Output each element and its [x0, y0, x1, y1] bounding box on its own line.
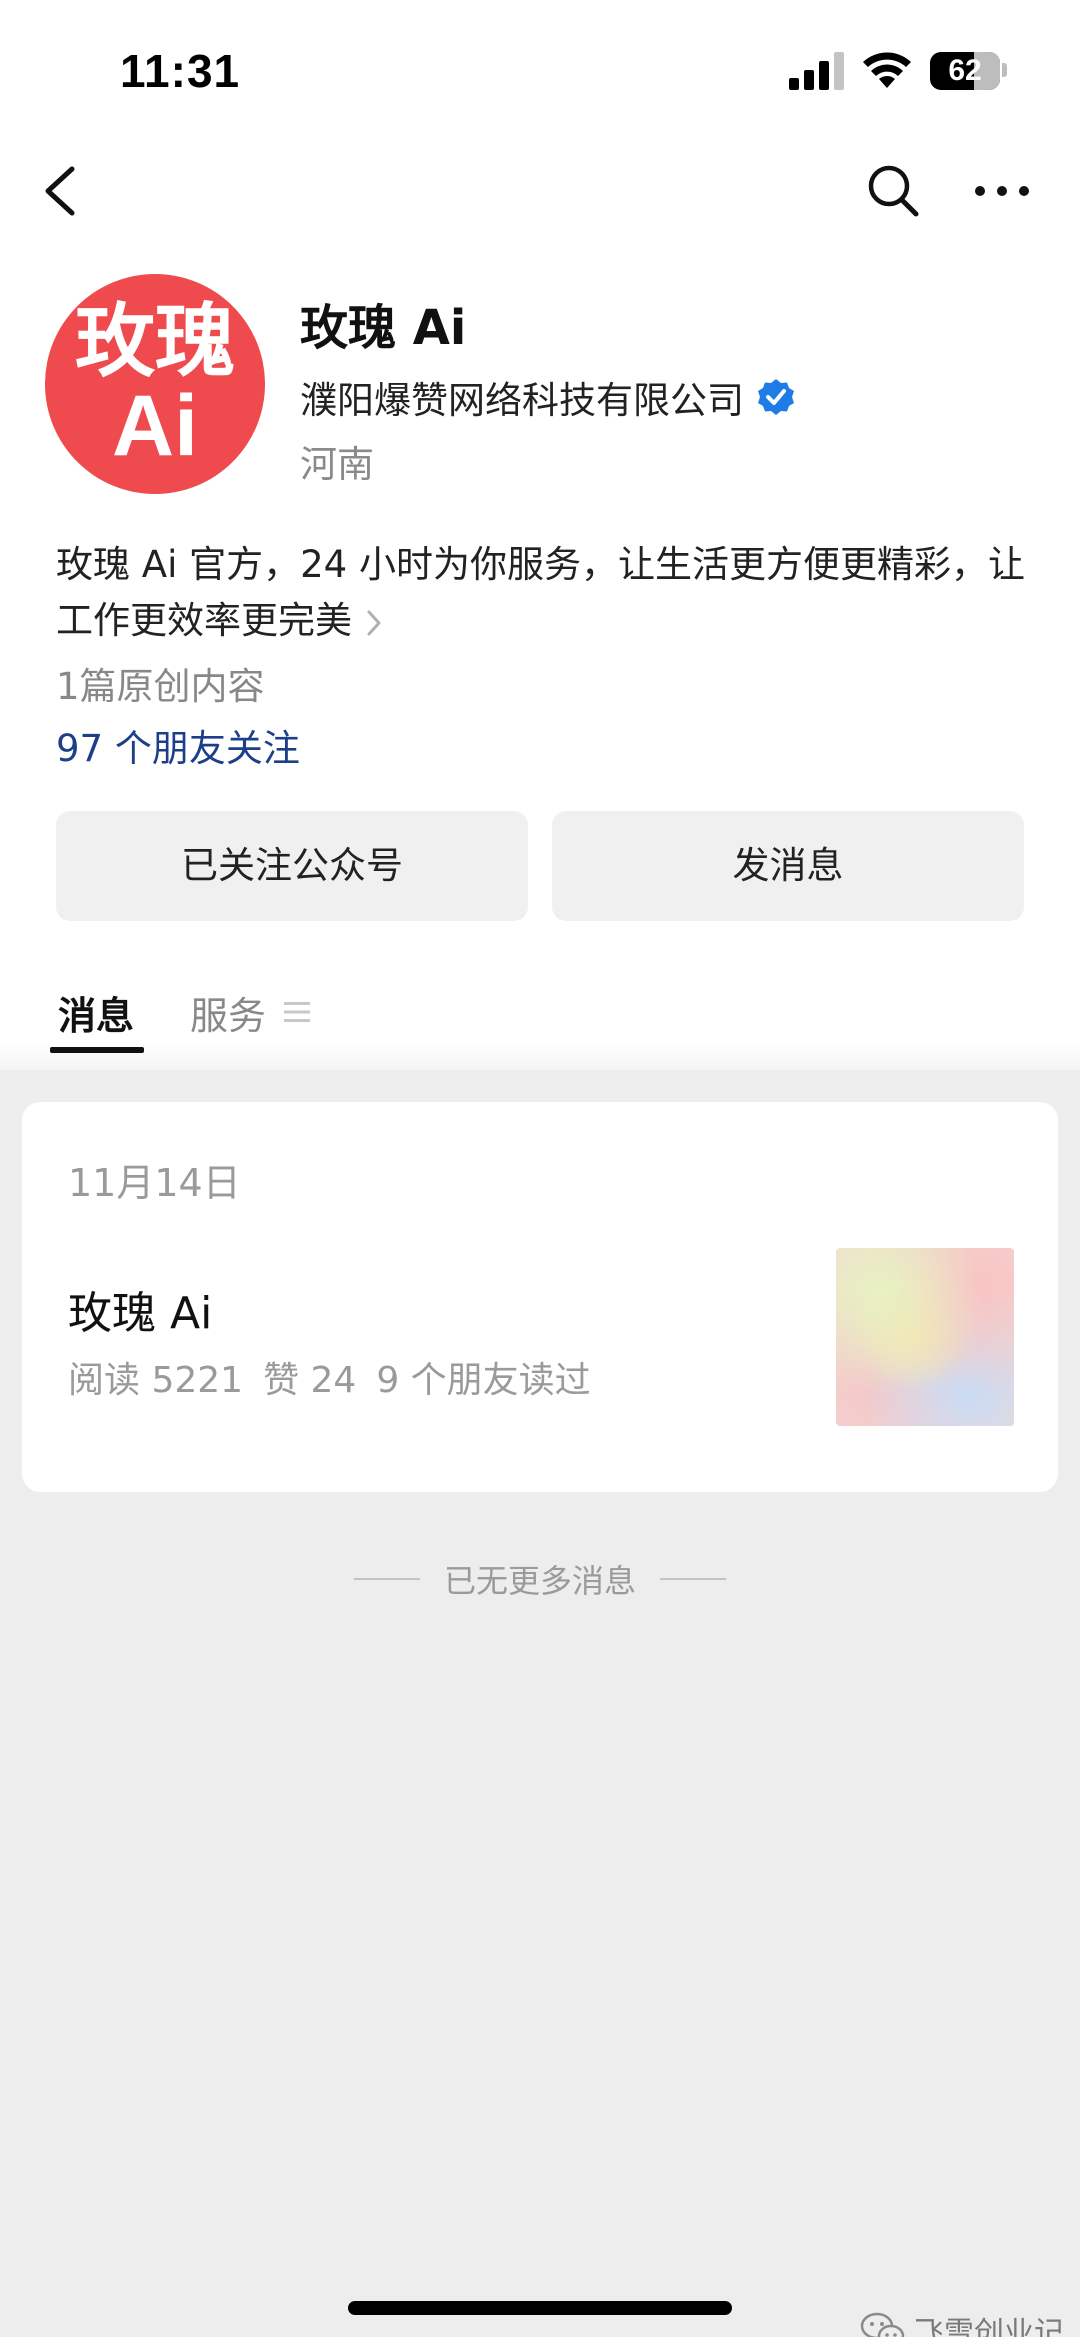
friends-follow-link[interactable]: 97 个朋友关注 — [56, 718, 300, 772]
like-count: 赞 24 — [263, 1360, 357, 1401]
company-name: 濮阳爆赞网络科技有限公司 — [300, 379, 744, 422]
battery-level: 62 — [948, 54, 982, 87]
wifi-icon — [863, 52, 911, 88]
friends-read: 9 个朋友读过 — [376, 1360, 591, 1401]
verified-badge-icon — [758, 379, 794, 415]
watermark: 飞雪创业记 — [860, 2308, 1064, 2337]
message-card[interactable]: 11月14日 玫瑰 Ai 阅读 5221 赞 24 9 个朋友读过 — [22, 1102, 1058, 1492]
divider-left — [353, 1578, 420, 1580]
avatar-text-line2: Ai — [112, 378, 198, 474]
region-label: 河南 — [300, 443, 374, 486]
followed-button[interactable]: 已关注公众号 — [56, 811, 528, 921]
article-thumbnail[interactable] — [836, 1248, 1014, 1426]
send-message-button[interactable]: 发消息 — [552, 811, 1024, 921]
intro-text: 玫瑰 Ai 官方，24 小时为你服务，让生活更方便更精彩，让工作更效率更完美 — [56, 543, 1025, 642]
avatar-text-line1: 玫瑰 — [75, 295, 235, 388]
battery-cap — [1002, 63, 1007, 77]
tab-services[interactable]: 服务 — [190, 985, 266, 1040]
chevron-right-icon — [367, 610, 381, 635]
account-avatar[interactable]: 玫瑰 Ai — [45, 274, 265, 494]
battery-icon: 62 — [930, 52, 1000, 90]
menu-icon[interactable] — [284, 1000, 310, 1024]
original-content-count[interactable]: 1篇原创内容 — [56, 656, 265, 710]
watermark-text: 飞雪创业记 — [914, 2316, 1064, 2337]
article-stats: 阅读 5221 赞 24 9 个朋友读过 — [68, 1351, 611, 1403]
account-name: 玫瑰 Ai — [300, 300, 467, 356]
tab-active-indicator — [50, 1047, 144, 1053]
status-time: 11:31 — [120, 45, 241, 97]
more-button[interactable] — [972, 178, 1032, 204]
end-of-list-text: 已无更多消息 — [443, 1562, 636, 1600]
company-row[interactable]: 濮阳爆赞网络科技有限公司 — [300, 370, 796, 424]
tab-messages[interactable]: 消息 — [58, 985, 134, 1040]
read-count: 阅读 5221 — [68, 1360, 244, 1401]
cellular-signal-icon — [789, 52, 844, 90]
back-button[interactable] — [38, 163, 82, 219]
divider-right — [660, 1578, 726, 1580]
search-button[interactable] — [866, 163, 920, 219]
wechat-icon — [860, 2312, 905, 2337]
home-indicator[interactable] — [348, 2301, 732, 2315]
end-of-list: 已无更多消息 — [0, 1556, 1080, 1602]
message-date: 11月14日 — [68, 1161, 241, 1205]
account-intro[interactable]: 玫瑰 Ai 官方，24 小时为你服务，让生活更方便更精彩，让工作更效率更完美 — [56, 537, 1026, 649]
article-title[interactable]: 玫瑰 Ai — [68, 1277, 212, 1341]
